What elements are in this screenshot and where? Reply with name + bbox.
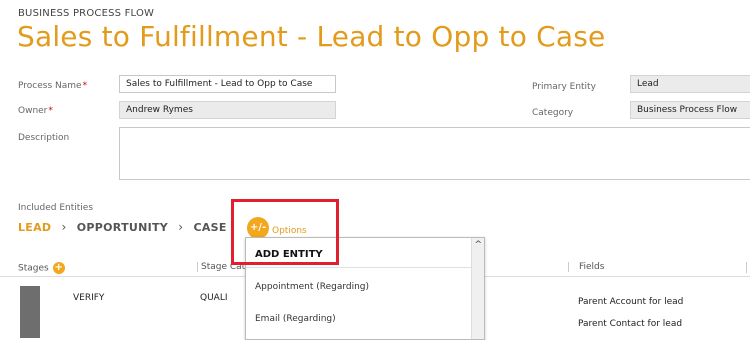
primary-entity-field[interactable]: Lead: [630, 75, 750, 93]
highlight-box: [231, 199, 339, 265]
process-name-label-text: Process Name: [18, 81, 82, 91]
category-label: Category: [532, 108, 574, 118]
included-entities-label: Included Entities: [18, 203, 94, 213]
scroll-up-icon[interactable]: ^: [474, 240, 482, 250]
owner-label-text: Owner: [18, 106, 48, 116]
stage-category[interactable]: QUALI: [200, 293, 228, 303]
description-label: Description: [18, 133, 70, 143]
menu-item-appointment[interactable]: Appointment (Regarding): [255, 282, 369, 292]
description-textarea[interactable]: [119, 127, 750, 180]
entity-lead[interactable]: LEAD: [18, 221, 51, 234]
owner-label: Owner*: [18, 106, 53, 116]
process-name-input[interactable]: Sales to Fulfillment - Lead to Opp to Ca…: [119, 75, 336, 93]
primary-entity-label: Primary Entity: [532, 82, 596, 92]
field-item[interactable]: Parent Contact for lead: [578, 319, 682, 329]
stages-header: Stages +: [18, 262, 65, 274]
chevron-right-icon: ›: [61, 220, 67, 234]
required-marker: *: [48, 106, 53, 116]
page-kicker: BUSINESS PROCESS FLOW: [18, 8, 155, 19]
dropdown-scrollbar[interactable]: ^: [471, 238, 484, 339]
entity-opportunity[interactable]: OPPORTUNITY: [77, 221, 168, 234]
fields-header: Fields: [568, 262, 604, 272]
category-field[interactable]: Business Process Flow: [630, 101, 750, 119]
process-name-label: Process Name*: [18, 81, 87, 91]
menu-item-email[interactable]: Email (Regarding): [255, 314, 336, 324]
required-marker: *: [82, 81, 88, 91]
entity-breadcrumb: LEAD › OPPORTUNITY › CASE: [18, 220, 227, 234]
stage-name[interactable]: VERIFY: [73, 293, 104, 303]
stages-header-text: Stages: [18, 263, 49, 274]
menu-divider: [246, 267, 472, 268]
entity-case[interactable]: CASE: [193, 221, 226, 234]
column-divider: [746, 262, 747, 273]
chevron-right-icon: ›: [178, 220, 184, 234]
stage-color-bar: [20, 286, 40, 338]
owner-field[interactable]: Andrew Rymes: [119, 101, 336, 119]
page-title: Sales to Fulfillment - Lead to Opp to Ca…: [17, 20, 606, 53]
add-stage-icon[interactable]: +: [52, 262, 65, 274]
field-item[interactable]: Parent Account for lead: [578, 297, 683, 307]
